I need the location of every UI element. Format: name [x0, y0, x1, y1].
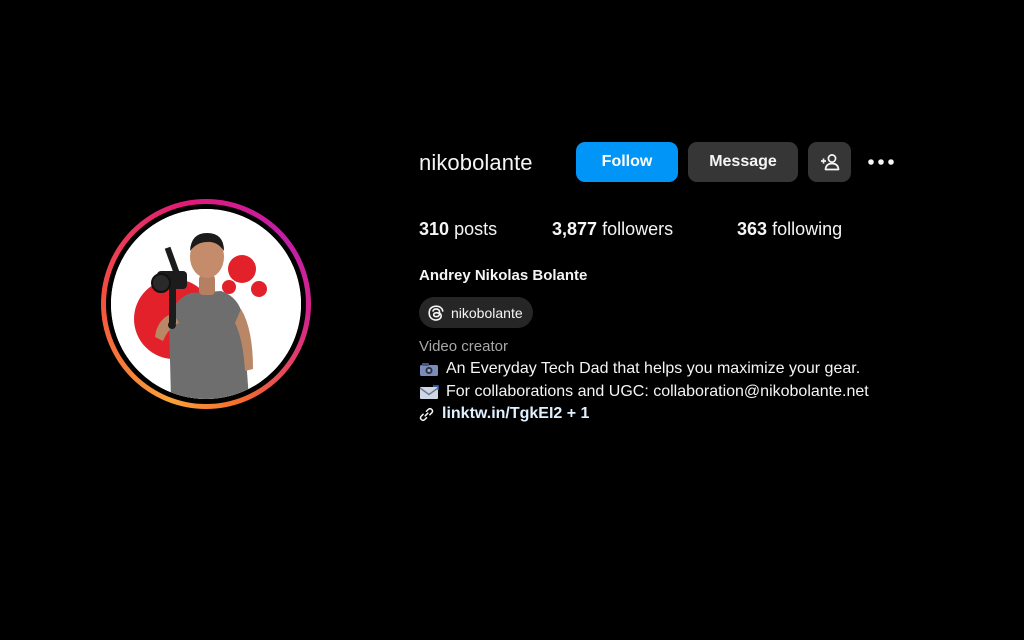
bio-text-1: An Everyday Tech Dad that helps you maxi…: [446, 360, 861, 377]
posts-label: posts: [454, 219, 498, 239]
following-stat[interactable]: 363 following: [737, 219, 842, 240]
bio-link-text[interactable]: linktw.in/TgkEI2 + 1: [442, 405, 589, 423]
followers-stat[interactable]: 3,877 followers: [552, 219, 673, 240]
followers-count: 3,877: [552, 219, 598, 239]
suggested-accounts-button[interactable]: [808, 142, 851, 182]
profile-avatar[interactable]: [101, 199, 311, 409]
bio-line-2: For collaborations and UGC: collaboratio…: [419, 383, 869, 401]
threads-badge[interactable]: nikobolante: [419, 297, 533, 328]
link-icon: [419, 407, 434, 421]
follow-button[interactable]: Follow: [576, 142, 678, 182]
bio-line-1: An Everyday Tech Dad that helps you maxi…: [419, 360, 860, 378]
more-options-button[interactable]: [862, 142, 900, 182]
followers-label: followers: [602, 219, 674, 239]
envelope-emoji: [419, 384, 439, 399]
threads-icon: [428, 304, 444, 321]
profile-category: Video creator: [419, 338, 508, 355]
posts-stat: 310 posts: [419, 219, 497, 240]
add-person-icon: [820, 154, 839, 171]
following-count: 363: [737, 219, 768, 239]
message-button[interactable]: Message: [688, 142, 798, 182]
more-options-icon: [868, 159, 894, 165]
profile-full-name: Andrey Nikolas Bolante: [419, 267, 588, 284]
bio-link[interactable]: linktw.in/TgkEI2 + 1: [419, 405, 589, 423]
avatar-photo: [111, 209, 301, 399]
video-camera-emoji: [420, 362, 438, 376]
posts-count: 310: [419, 219, 450, 239]
profile-username: nikobolante: [419, 150, 533, 175]
following-label: following: [772, 219, 843, 239]
profile-photo-illustration: [111, 209, 301, 399]
threads-handle: nikobolante: [451, 304, 523, 321]
bio-text-2: For collaborations and UGC: collaboratio…: [446, 383, 869, 400]
